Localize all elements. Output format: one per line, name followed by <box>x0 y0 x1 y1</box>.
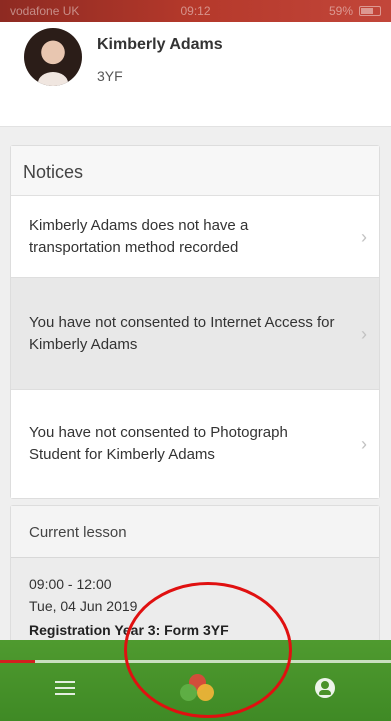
menu-icon <box>55 677 75 699</box>
bottom-nav <box>0 640 391 721</box>
notice-item-transportation[interactable]: Kimberly Adams does not have a transport… <box>11 196 379 278</box>
chevron-right-icon: › <box>361 226 367 247</box>
app-logo-icon <box>180 674 214 702</box>
battery-icon <box>359 6 381 16</box>
status-right: 59% <box>329 4 381 18</box>
notices-title: Notices <box>11 146 379 196</box>
status-bar: vodafone UK 09:12 59% <box>0 0 391 22</box>
menu-button[interactable] <box>45 668 85 708</box>
carrier-label: vodafone UK <box>10 4 80 18</box>
video-progress-fill <box>0 660 36 663</box>
profile-icon <box>315 678 335 698</box>
avatar <box>24 28 82 86</box>
chevron-right-icon: › <box>361 434 367 454</box>
notice-item-internet-consent[interactable]: You have not consented to Internet Acces… <box>11 278 379 390</box>
current-lesson-title: Current lesson <box>11 506 379 558</box>
video-progress-track[interactable] <box>0 660 391 663</box>
notice-item-photograph-consent[interactable]: You have not consented to Photograph Stu… <box>11 390 379 498</box>
lesson-date: Tue, 04 Jun 2019 <box>29 598 138 614</box>
student-header[interactable]: Kimberly Adams 3YF <box>0 22 391 127</box>
profile-button[interactable] <box>305 668 345 708</box>
chevron-right-icon: › <box>361 323 367 344</box>
notices-card: Notices Kimberly Adams does not have a t… <box>10 145 380 499</box>
battery-percent: 59% <box>328 4 353 18</box>
notice-text: You have not consented to Photograph Stu… <box>29 424 288 463</box>
home-button[interactable] <box>177 668 217 708</box>
lesson-time: 09:00 - 12:00 <box>29 576 112 592</box>
notice-text: You have not consented to Internet Acces… <box>29 313 335 353</box>
notice-text: Kimberly Adams does not have a transport… <box>29 216 249 256</box>
student-form: 3YF <box>97 68 123 84</box>
lesson-registration: Registration Year 3: Form 3YF <box>29 622 229 638</box>
student-name: Kimberly Adams <box>97 36 223 53</box>
